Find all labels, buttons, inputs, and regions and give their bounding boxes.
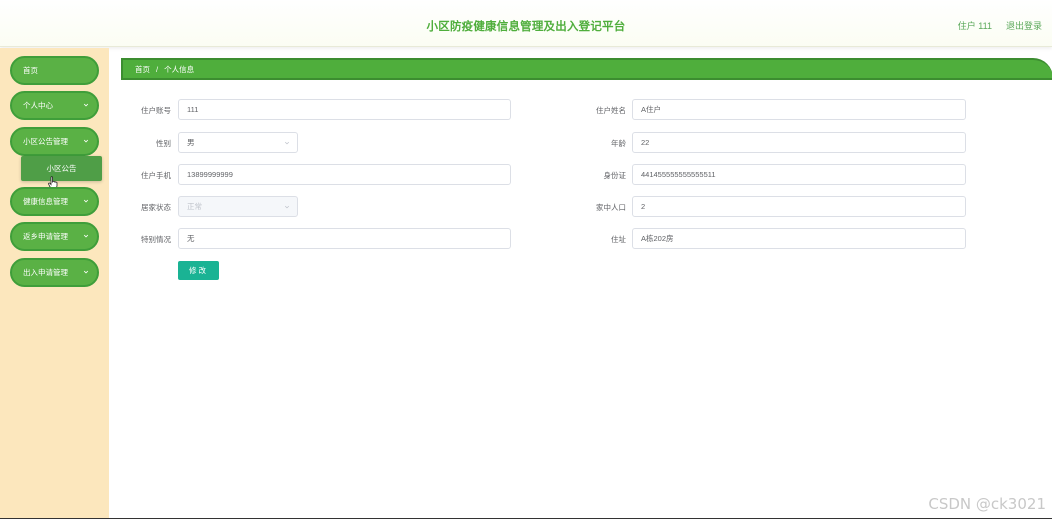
- special-field[interactable]: 无: [178, 228, 511, 249]
- address-field[interactable]: A栋202房: [632, 228, 966, 249]
- sidebar-item-label: 个人中心: [23, 101, 53, 110]
- chevron-down-icon: [284, 205, 290, 209]
- chevron-down-icon: [83, 139, 89, 143]
- chevron-down-icon: [83, 270, 89, 274]
- family-count-value: 2: [641, 202, 646, 211]
- chevron-down-icon: [83, 199, 89, 203]
- home-status-select: 正常: [178, 196, 298, 217]
- sidebar-item-health-management[interactable]: 健康信息管理: [10, 187, 99, 216]
- sidebar-item-personal-center[interactable]: 个人中心: [10, 91, 99, 120]
- address-label: 住址: [611, 235, 626, 244]
- breadcrumb-separator: /: [156, 64, 159, 74]
- age-value: 22: [641, 138, 650, 147]
- account-value: 111: [187, 105, 199, 114]
- family-count-label: 家中人口: [596, 203, 626, 212]
- id-card-value: 441455555555555511: [641, 170, 716, 179]
- sidebar-item-notice-management[interactable]: 小区公告管理: [10, 127, 99, 156]
- family-count-field[interactable]: 2: [632, 196, 966, 217]
- breadcrumb-home[interactable]: 首页: [135, 64, 150, 75]
- app-title: 小区防疫健康信息管理及出入登记平台: [426, 21, 626, 33]
- gender-select[interactable]: 男: [178, 132, 298, 153]
- sidebar-item-return-application[interactable]: 返乡申请管理: [10, 222, 99, 251]
- user-info: 住户 111 退出登录: [958, 19, 1042, 32]
- phone-value: 13899999999: [187, 170, 233, 179]
- home-status-value: 正常: [187, 202, 202, 211]
- sidebar-item-label: 小区公告管理: [23, 137, 68, 146]
- name-value: A住户: [641, 105, 662, 114]
- id-card-field[interactable]: 441455555555555511: [632, 164, 966, 185]
- sidebar-item-access-application[interactable]: 出入申请管理: [10, 258, 99, 287]
- sidebar-subitem-label: 小区公告: [46, 164, 77, 173]
- phone-field[interactable]: 13899999999: [178, 164, 511, 185]
- account-label: 住户账号: [141, 106, 171, 115]
- account-field[interactable]: 111: [178, 99, 511, 120]
- special-label: 特别情况: [141, 235, 171, 244]
- current-user-label[interactable]: 住户 111: [958, 19, 992, 32]
- watermark: CSDN @ck3021: [928, 495, 1046, 513]
- breadcrumb-current: 个人信息: [164, 64, 195, 74]
- logout-link[interactable]: 退出登录: [1006, 19, 1042, 32]
- chevron-down-icon: [83, 103, 89, 107]
- address-value: A栋202房: [641, 234, 674, 243]
- gender-label: 性别: [156, 139, 171, 148]
- name-label: 住户姓名: [596, 106, 626, 115]
- name-field[interactable]: A住户: [632, 99, 966, 120]
- special-value: 无: [187, 234, 195, 243]
- sidebar-subitem-notice[interactable]: 小区公告: [21, 156, 102, 181]
- sidebar-item-label: 返乡申请管理: [23, 232, 68, 241]
- chevron-down-icon: [284, 141, 290, 145]
- sidebar-item-home[interactable]: 首页: [10, 56, 99, 85]
- modify-button[interactable]: 修改: [178, 261, 219, 280]
- sidebar-item-label: 健康信息管理: [23, 197, 68, 206]
- phone-label: 住户手机: [141, 171, 171, 180]
- gender-value: 男: [187, 138, 195, 147]
- sidebar-item-label: 首页: [23, 66, 38, 75]
- top-bar: 小区防疫健康信息管理及出入登记平台 住户 111 退出登录: [0, 0, 1052, 47]
- home-status-label: 居家状态: [141, 203, 171, 212]
- sidebar-item-label: 出入申请管理: [23, 268, 68, 277]
- age-field[interactable]: 22: [632, 132, 966, 153]
- age-label: 年龄: [611, 139, 626, 148]
- breadcrumb: 首页 / 个人信息: [121, 58, 1052, 80]
- chevron-down-icon: [83, 234, 89, 238]
- id-card-label: 身份证: [603, 171, 627, 180]
